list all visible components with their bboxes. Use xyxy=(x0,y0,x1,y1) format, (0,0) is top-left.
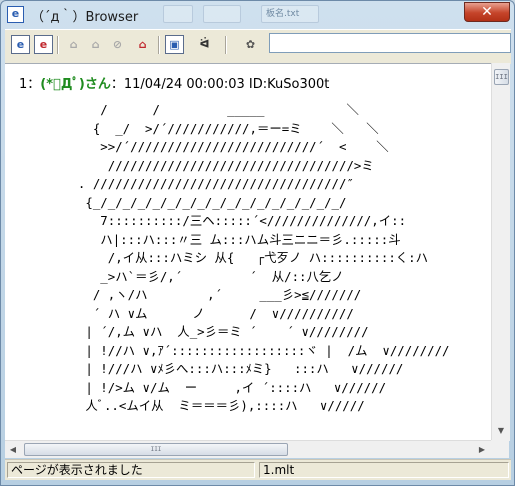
background-tab-2[interactable] xyxy=(203,5,241,23)
home-icon[interactable]: ⌂ xyxy=(133,35,152,54)
back-icon[interactable]: ⌂ xyxy=(64,35,83,54)
background-tab-1[interactable] xyxy=(163,5,193,23)
post-header: 1：(*ﾟДﾟ)さん：11/04/24 00:00:03 ID:KuSo300t xyxy=(19,73,329,92)
forward-icon[interactable]: ⌂ xyxy=(86,35,105,54)
horizontal-scroll-thumb[interactable]: III xyxy=(24,443,288,456)
toolbar: e e ⌂ ⌂ ⊘ ⌂ ▣ ᐛ ✿ xyxy=(5,29,511,64)
stop-icon[interactable]: ⊘ xyxy=(108,35,127,54)
window-title: （´д｀）Browser xyxy=(31,10,139,25)
ie-a-icon[interactable]: e xyxy=(11,35,30,54)
face-icon[interactable]: ᐛ xyxy=(195,35,214,54)
browser-window: e （´д｀）Browser 板名.txt ✕ e e ⌂ ⌂ ⊘ ⌂ ▣ ᐛ … xyxy=(0,0,515,486)
status-file: 1.mlt xyxy=(259,462,509,478)
app-icon[interactable]: e xyxy=(7,6,24,23)
vertical-scrollbar[interactable]: III ▼ xyxy=(491,63,510,441)
toolbar-separator xyxy=(57,36,59,54)
post-meta: ：11/04/24 00:00:03 ID:KuSo300t xyxy=(110,77,330,92)
vertical-scroll-thumb[interactable]: III xyxy=(494,69,509,85)
ie-b-icon[interactable]: e xyxy=(34,35,53,54)
refresh-icon[interactable]: ▣ xyxy=(165,35,184,54)
toolbar-separator xyxy=(225,36,227,54)
scrollbar-corner xyxy=(491,440,509,458)
scroll-down-arrow-icon[interactable]: ▼ xyxy=(492,423,510,439)
post-separator: ： xyxy=(27,77,41,92)
scroll-left-arrow-icon[interactable]: ◀ xyxy=(5,441,21,458)
settings-icon[interactable]: ✿ xyxy=(241,35,260,54)
scroll-right-arrow-icon[interactable]: ▶ xyxy=(474,441,490,458)
title-bar[interactable]: e （´д｀）Browser 板名.txt ✕ xyxy=(1,1,514,27)
ascii-art: / / _____ ＼ { _/ >/´///////////,＝ー=ミ ＼ ＼… xyxy=(77,102,450,413)
status-message: ページが表示されました xyxy=(7,462,255,478)
horizontal-scrollbar[interactable]: ◀ III ▶ xyxy=(5,440,491,458)
background-tab-3[interactable]: 板名.txt xyxy=(261,5,319,23)
close-button[interactable]: ✕ xyxy=(464,2,510,22)
post-author-name: (*ﾟДﾟ)さん xyxy=(40,77,111,92)
toolbar-separator xyxy=(158,36,160,54)
thread-content: 1：(*ﾟДﾟ)さん：11/04/24 00:00:03 ID:KuSo300t… xyxy=(5,63,491,458)
address-bar[interactable] xyxy=(269,33,511,53)
status-bar: ページが表示されました 1.mlt xyxy=(5,459,511,480)
